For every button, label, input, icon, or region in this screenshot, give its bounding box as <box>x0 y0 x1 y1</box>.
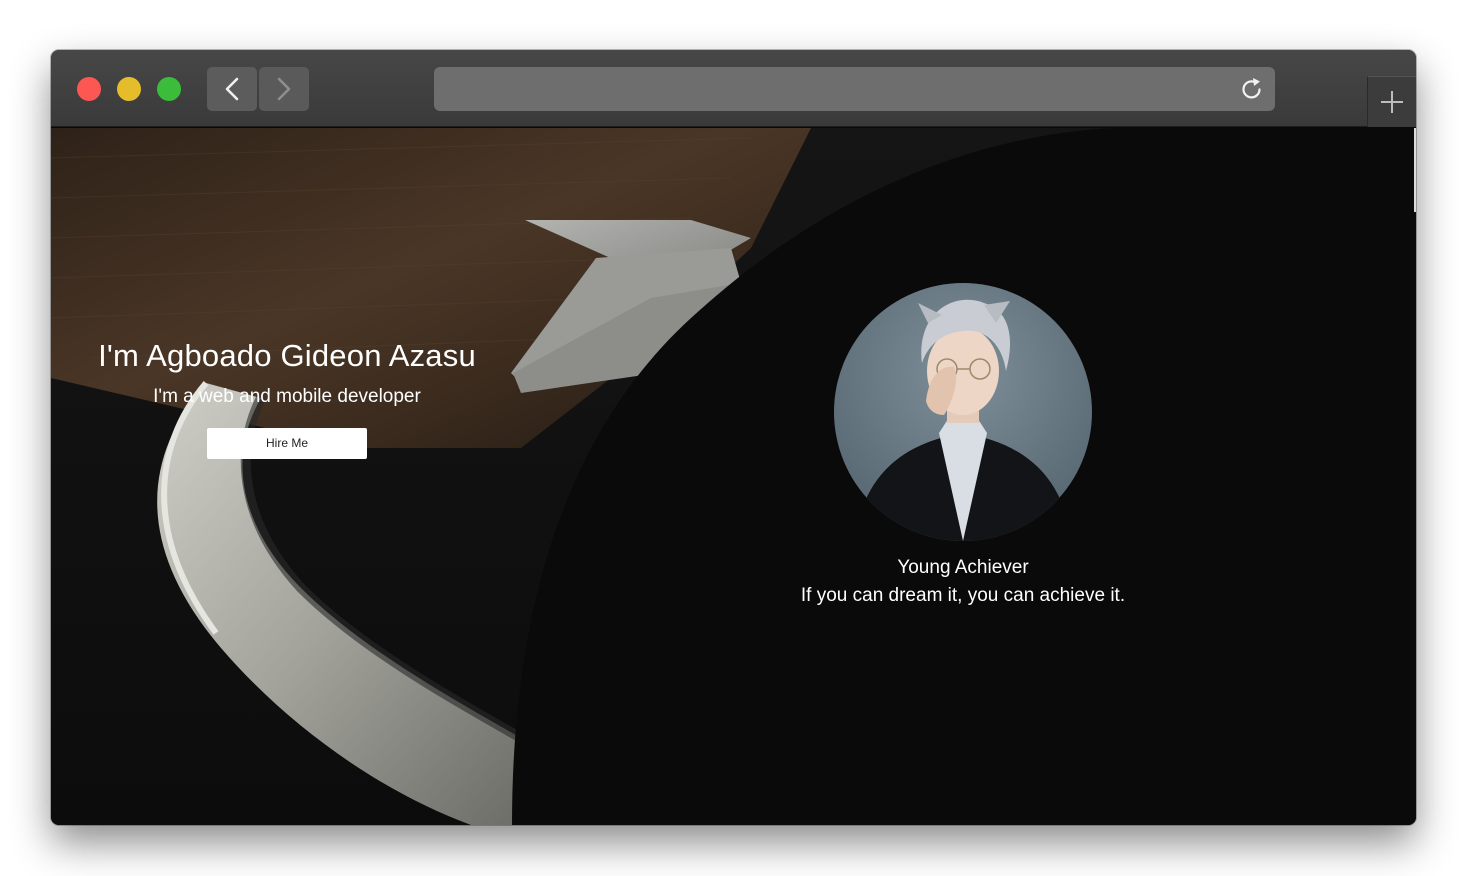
chevron-left-icon <box>225 77 239 101</box>
page-content: I'm Agboado Gideon Azasu I'm a web and m… <box>51 128 1416 825</box>
minimize-window-button[interactable] <box>117 77 141 101</box>
hero-background-image <box>51 128 1416 825</box>
maximize-window-button[interactable] <box>157 77 181 101</box>
profile-card: Young Achiever If you can dream it, you … <box>793 283 1133 607</box>
new-tab-button[interactable] <box>1367 76 1416 127</box>
forward-button[interactable] <box>259 67 309 111</box>
scrollbar[interactable] <box>1414 128 1416 212</box>
browser-toolbar <box>51 50 1416 127</box>
back-button[interactable] <box>207 67 257 111</box>
hire-me-button[interactable]: Hire Me <box>207 428 367 459</box>
hero-subtitle: I'm a web and mobile developer <box>153 386 421 407</box>
plus-icon <box>1381 91 1403 113</box>
address-bar[interactable] <box>434 67 1275 111</box>
profile-quote: If you can dream it, you can achieve it. <box>800 585 1126 606</box>
hero-title: I'm Agboado Gideon Azasu <box>98 338 476 373</box>
profile-name: Young Achiever <box>897 557 1029 578</box>
chevron-right-icon <box>277 77 291 101</box>
hero-section: I'm Agboado Gideon Azasu I'm a web and m… <box>87 338 487 459</box>
browser-window: I'm Agboado Gideon Azasu I'm a web and m… <box>51 50 1416 825</box>
close-window-button[interactable] <box>77 77 101 101</box>
avatar <box>834 283 1092 541</box>
reload-icon[interactable] <box>1239 76 1265 102</box>
